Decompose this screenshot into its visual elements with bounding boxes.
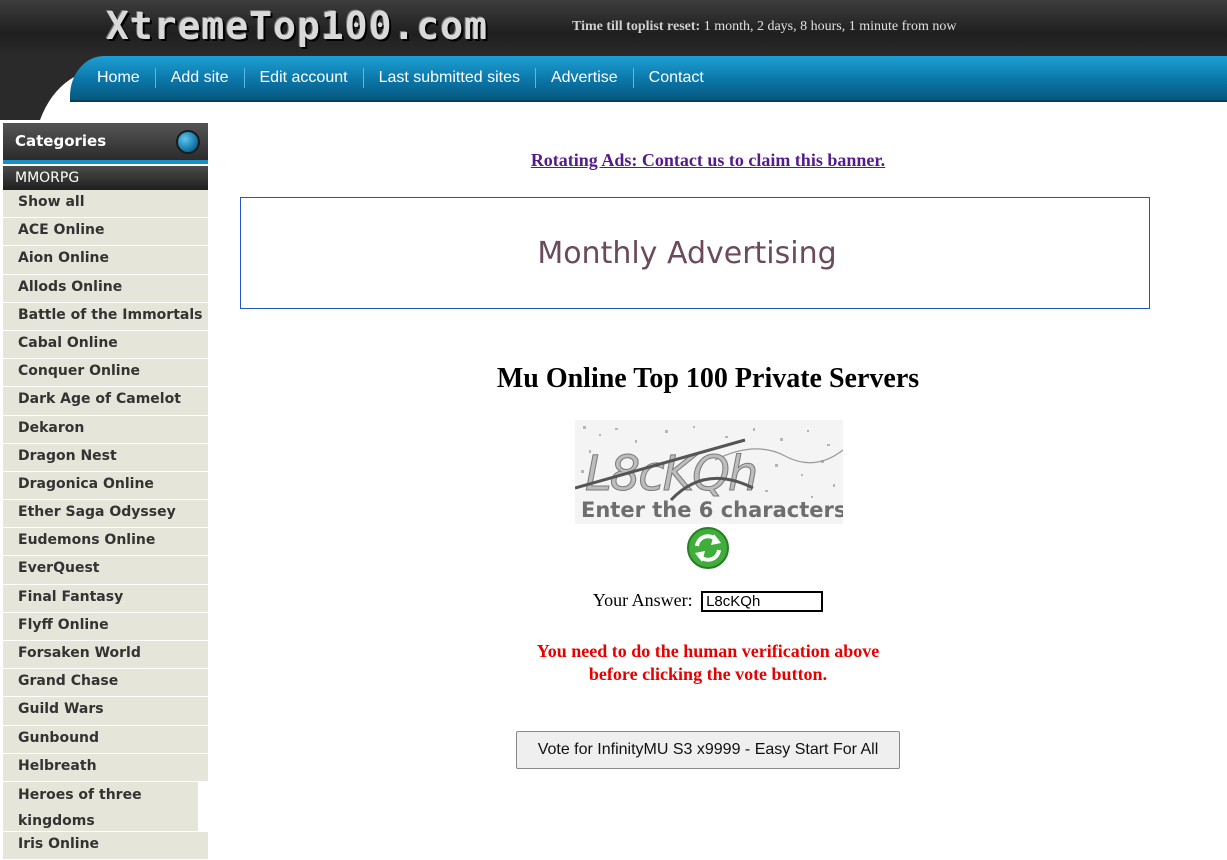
category-item[interactable]: Heroes of three kingdoms — [3, 781, 198, 832]
categories-sidebar: Categories MMORPG Show all ACE Online Ai… — [0, 120, 208, 860]
category-item[interactable]: Allods Online — [3, 274, 208, 303]
site-logo[interactable]: XtremeTop100.com — [106, 4, 488, 48]
category-item[interactable]: Forsaken World — [3, 641, 208, 670]
warning-line-1: You need to do the human verification ab… — [536, 641, 880, 661]
toplist-reset-timer: Time till toplist reset: 1 month, 2 days… — [572, 19, 956, 35]
category-item[interactable]: Eudemons Online — [3, 528, 208, 557]
category-item[interactable]: Iris Online — [3, 831, 208, 860]
categories-header: Categories — [3, 123, 208, 164]
category-group-header: MMORPG — [3, 166, 208, 190]
nav-last-submitted[interactable]: Last submitted sites — [362, 68, 535, 88]
main-nav: Home Add site Edit account Last submitte… — [70, 56, 1227, 102]
nav-wrapper: Home Add site Edit account Last submitte… — [0, 56, 1227, 120]
captcha-hint-text: Enter the 6 characters. — [581, 498, 843, 522]
category-item[interactable]: Grand Chase — [3, 669, 208, 698]
category-item[interactable]: Battle of the Immortals — [3, 302, 208, 331]
category-item[interactable]: Helbreath — [3, 753, 208, 782]
answer-row: Your Answer: — [208, 590, 1208, 613]
category-item[interactable]: Flyff Online — [3, 612, 208, 641]
answer-label: Your Answer: — [592, 590, 693, 610]
nav-home[interactable]: Home — [82, 68, 155, 88]
category-item[interactable]: Ether Saga Odyssey — [3, 500, 208, 529]
categories-title: Categories — [15, 132, 107, 150]
orb-icon — [176, 130, 200, 154]
verification-warning: You need to do the human verification ab… — [208, 640, 1208, 686]
page-title: Mu Online Top 100 Private Servers — [496, 363, 920, 394]
category-item[interactable]: Aion Online — [3, 246, 208, 275]
category-item[interactable]: Conquer Online — [3, 359, 208, 388]
nav-advertise[interactable]: Advertise — [534, 68, 633, 88]
category-item[interactable]: ACE Online — [3, 218, 208, 247]
category-item[interactable]: Dark Age of Camelot — [3, 387, 208, 416]
category-item[interactable]: Dragon Nest — [3, 443, 208, 472]
captcha-answer-input[interactable] — [701, 591, 824, 613]
warning-line-2: before clicking the vote button. — [588, 664, 828, 684]
category-item[interactable]: Dragonica Online — [3, 471, 208, 501]
category-item[interactable]: Guild Wars — [3, 697, 208, 726]
captcha-code-text: L8cKQh — [585, 446, 756, 502]
category-item[interactable]: EverQuest — [3, 556, 208, 585]
advertising-banner[interactable]: Monthly Advertising — [240, 197, 1150, 309]
category-item[interactable]: Show all — [3, 190, 208, 219]
refresh-captcha-icon[interactable] — [686, 526, 730, 570]
vote-button[interactable]: Vote for InfinityMU S3 x9999 - Easy Star… — [516, 731, 900, 769]
category-item[interactable]: Cabal Online — [3, 330, 208, 360]
category-item[interactable]: Gunbound — [3, 725, 208, 754]
category-item[interactable]: Dekaron — [3, 415, 208, 444]
captcha-image: L8cKQh Enter the 6 characters. — [575, 420, 843, 524]
category-list: Show all ACE Online Aion Online Allods O… — [3, 190, 208, 860]
nav-edit-account[interactable]: Edit account — [243, 68, 363, 88]
reset-value: 1 month, 2 days, 8 hours, 1 minute from … — [700, 19, 957, 34]
rotating-ads-link[interactable]: Rotating Ads: Contact us to claim this b… — [208, 150, 1208, 171]
top-bar: XtremeTop100.com Time till toplist reset… — [0, 0, 1227, 56]
nav-add-site[interactable]: Add site — [154, 68, 244, 88]
reset-label: Time till toplist reset: — [572, 19, 701, 34]
nav-contact[interactable]: Contact — [632, 68, 719, 88]
category-group-title: MMORPG — [15, 170, 80, 186]
site-header: XtremeTop100.com Time till toplist reset… — [0, 0, 1227, 120]
banner-text: Monthly Advertising — [537, 236, 837, 271]
category-item[interactable]: Final Fantasy — [3, 584, 208, 613]
main-content: Rotating Ads: Contact us to claim this b… — [208, 120, 1227, 841]
